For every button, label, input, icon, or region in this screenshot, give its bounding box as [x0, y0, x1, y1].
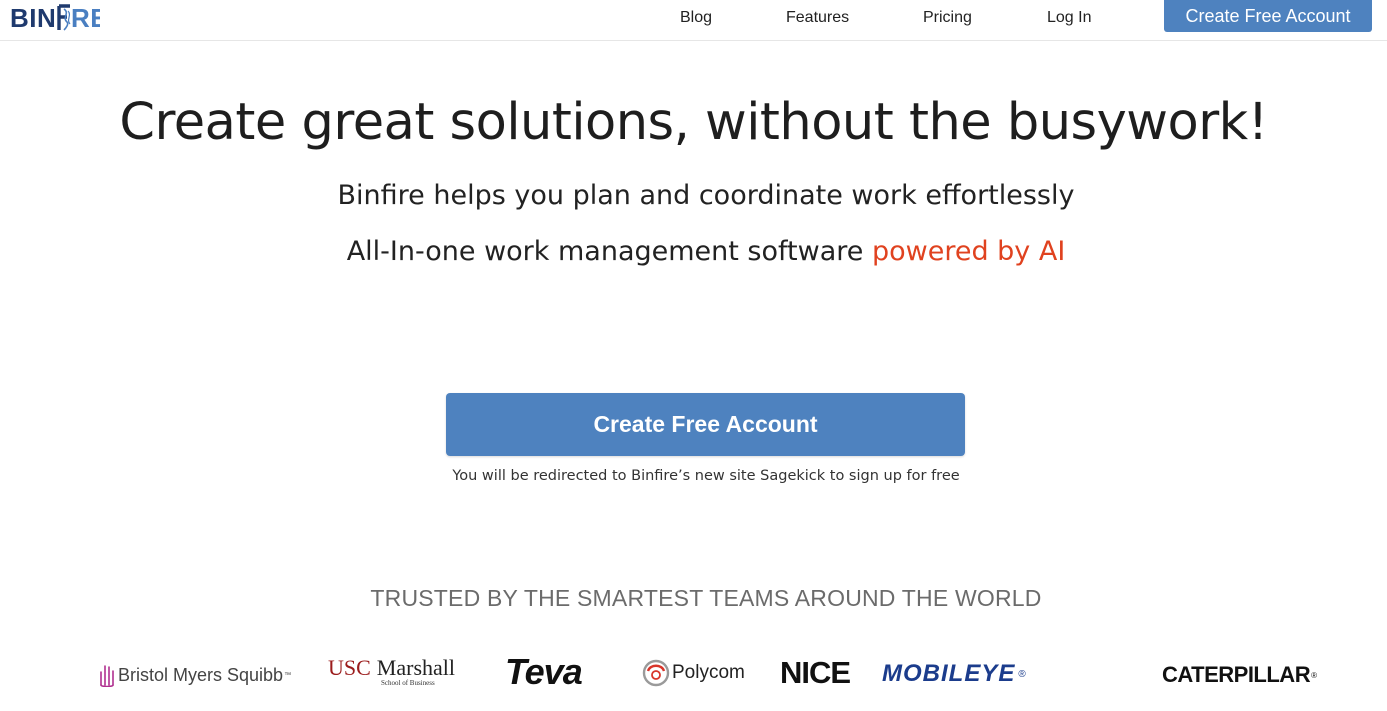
- binfire-logo[interactable]: BIN RE: [10, 0, 100, 34]
- redirect-note: You will be redirected to Binfire’s new …: [452, 468, 960, 484]
- caterpillar-registered-mark: ®: [1311, 670, 1317, 680]
- nav-pricing-link[interactable]: Pricing: [923, 9, 972, 27]
- hero-tagline: All-In-one work management software powe…: [0, 236, 1387, 267]
- marshall-logo-text: Marshall: [376, 655, 455, 680]
- nav-login-link[interactable]: Log In: [1047, 9, 1091, 27]
- bms-hand-icon: [100, 665, 114, 687]
- trusted-heading: TRUSTED BY THE SMARTEST TEAMS AROUND THE…: [370, 585, 1042, 611]
- mobileye-logo: MOBILEYE ®: [882, 659, 1027, 689]
- main-create-account-button[interactable]: Create Free Account: [446, 393, 965, 456]
- nav-blog-link[interactable]: Blog: [680, 9, 712, 27]
- mobileye-logo-text: MOBILEYE: [882, 660, 1016, 687]
- teva-logo: Teva: [505, 651, 583, 692]
- bristol-myers-squibb-logo: Bristol Myers Squibb ™: [98, 660, 291, 690]
- binfire-logo-icon: BIN RE: [10, 3, 100, 33]
- usc-marshall-logo: USC Marshall School of Business: [328, 655, 455, 691]
- caterpillar-logo: CATERPILLAR ®: [1162, 660, 1317, 690]
- polycom-logo: Polycom: [642, 657, 745, 689]
- usc-logo-text: USC: [328, 655, 371, 680]
- hero-subtitle: Binfire helps you plan and coordinate wo…: [337, 180, 1075, 211]
- bms-logo-text: Bristol Myers Squibb: [118, 664, 284, 685]
- hero-title: Create great solutions, without the busy…: [119, 93, 1268, 152]
- caterpillar-logo-text: CATERPILLAR: [1162, 662, 1311, 687]
- nice-logo: NICE: [780, 655, 851, 690]
- polycom-logo-text: Polycom: [672, 662, 745, 683]
- mobileye-registered-mark: ®: [1018, 668, 1027, 680]
- svg-text:RE: RE: [71, 3, 100, 33]
- marshall-school-text: School of Business: [381, 679, 435, 687]
- ai-highlight-text: powered by AI: [871, 236, 1066, 267]
- polycom-swirl-icon: [642, 659, 670, 687]
- bms-trademark: ™: [284, 671, 292, 679]
- nav-features-link[interactable]: Features: [786, 9, 849, 27]
- svg-text:BIN: BIN: [10, 3, 56, 33]
- hero-tagline-text: All-In-one work management software: [346, 236, 872, 267]
- top-navigation-bar: BIN RE Blog Features Pricing Log In Crea…: [0, 0, 1387, 41]
- header-create-account-button[interactable]: Create Free Account: [1164, 0, 1372, 32]
